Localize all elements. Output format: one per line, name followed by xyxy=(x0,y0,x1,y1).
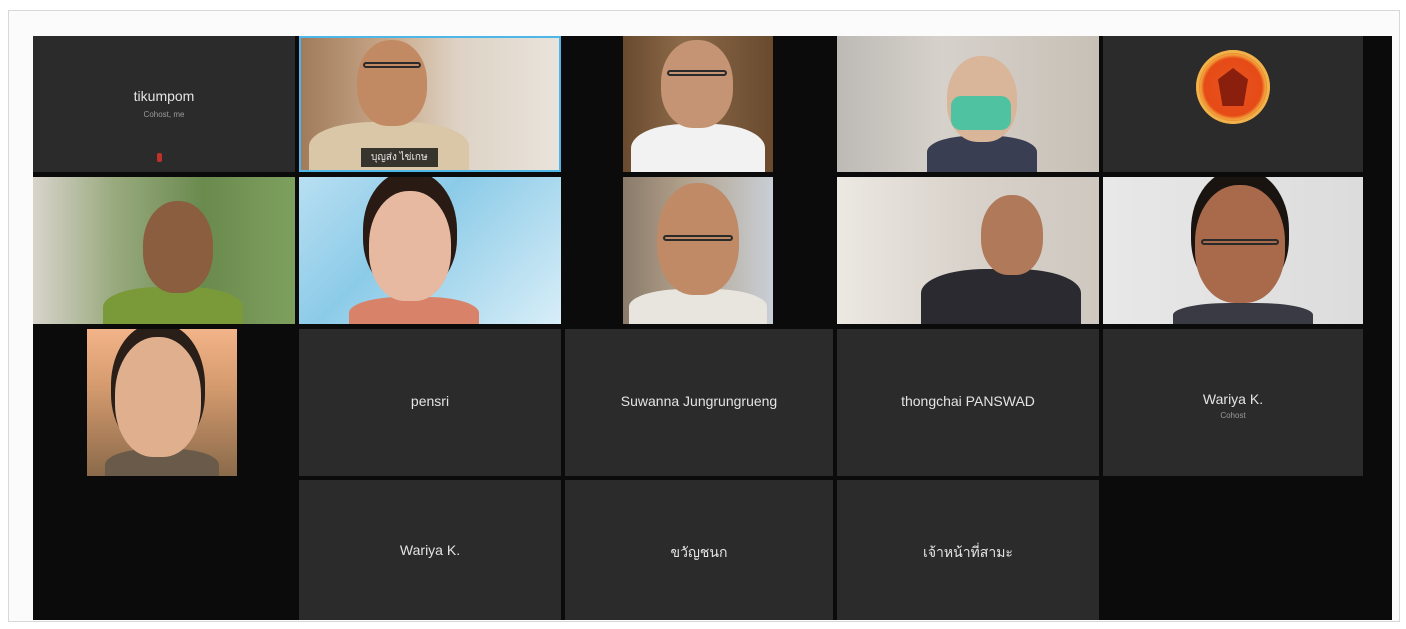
participant-tile-emblem[interactable] xyxy=(1103,36,1363,172)
participant-tile-suwanna[interactable]: Suwanna Jungrungrueng xyxy=(565,329,833,476)
participant-tile-wariya-cohost[interactable]: Wariya K. Cohost xyxy=(1103,329,1363,476)
participant-name: เจ้าหน้าที่สามะ xyxy=(923,544,1013,560)
participant-video xyxy=(623,177,773,324)
participant-tile-7[interactable] xyxy=(299,177,561,324)
participant-tile-6[interactable] xyxy=(33,177,295,324)
participant-name: Suwanna Jungrungrueng xyxy=(620,393,778,409)
participant-tile-wariya[interactable]: Wariya K. xyxy=(299,480,561,620)
participant-video xyxy=(87,329,237,476)
participant-face xyxy=(357,40,427,126)
participant-name: Wariya K. xyxy=(399,542,461,558)
participant-body xyxy=(631,124,765,172)
participant-caption: บุญส่ง ไข่เกษ xyxy=(361,148,438,167)
participant-name: ขวัญชนก xyxy=(670,544,728,560)
participant-face xyxy=(115,337,201,457)
video-gallery-grid: tikumpom Cohost, me บุญส่ง ไข่เกษ pensri… xyxy=(33,36,1392,620)
participant-tile-khwanchanok[interactable]: ขวัญชนก xyxy=(565,480,833,620)
participant-body xyxy=(921,269,1081,324)
participant-role: Cohost, me xyxy=(143,110,185,119)
participant-face xyxy=(981,195,1043,275)
participant-face xyxy=(143,201,213,293)
muted-microphone-icon xyxy=(157,153,162,162)
participant-tile-thongchai[interactable]: thongchai PANSWAD xyxy=(837,329,1099,476)
participant-face xyxy=(369,191,451,301)
glasses xyxy=(363,62,421,68)
participant-video-active-speaker[interactable]: บุญส่ง ไข่เกษ xyxy=(299,36,561,172)
participant-tile-9[interactable] xyxy=(837,177,1099,324)
participant-video xyxy=(623,36,773,172)
participant-tile-4[interactable] xyxy=(837,36,1099,172)
participant-body xyxy=(1173,303,1313,324)
emblem-center xyxy=(1218,68,1248,106)
participant-tile-tikumpom[interactable]: tikumpom Cohost, me xyxy=(33,36,295,172)
participant-tile-11[interactable] xyxy=(33,329,295,476)
participant-tile-3[interactable] xyxy=(565,36,833,172)
glasses xyxy=(1201,239,1279,245)
participant-body xyxy=(349,297,479,324)
participant-tile-8[interactable] xyxy=(565,177,833,324)
participant-name: thongchai PANSWAD xyxy=(901,393,1035,409)
participant-role: Cohost xyxy=(1220,411,1246,420)
participant-tile-pensri[interactable]: pensri xyxy=(299,329,561,476)
face-mask xyxy=(951,96,1011,130)
participant-tile-staff[interactable]: เจ้าหน้าที่สามะ xyxy=(837,480,1099,620)
participant-name: tikumpom xyxy=(133,88,195,104)
participant-name: pensri xyxy=(410,393,450,409)
participant-face xyxy=(661,40,733,128)
glasses xyxy=(663,235,733,241)
participant-name: Wariya K. xyxy=(1202,391,1264,407)
parliament-emblem-icon xyxy=(1196,50,1270,124)
participant-tile-10[interactable] xyxy=(1103,177,1363,324)
glasses xyxy=(667,70,727,76)
